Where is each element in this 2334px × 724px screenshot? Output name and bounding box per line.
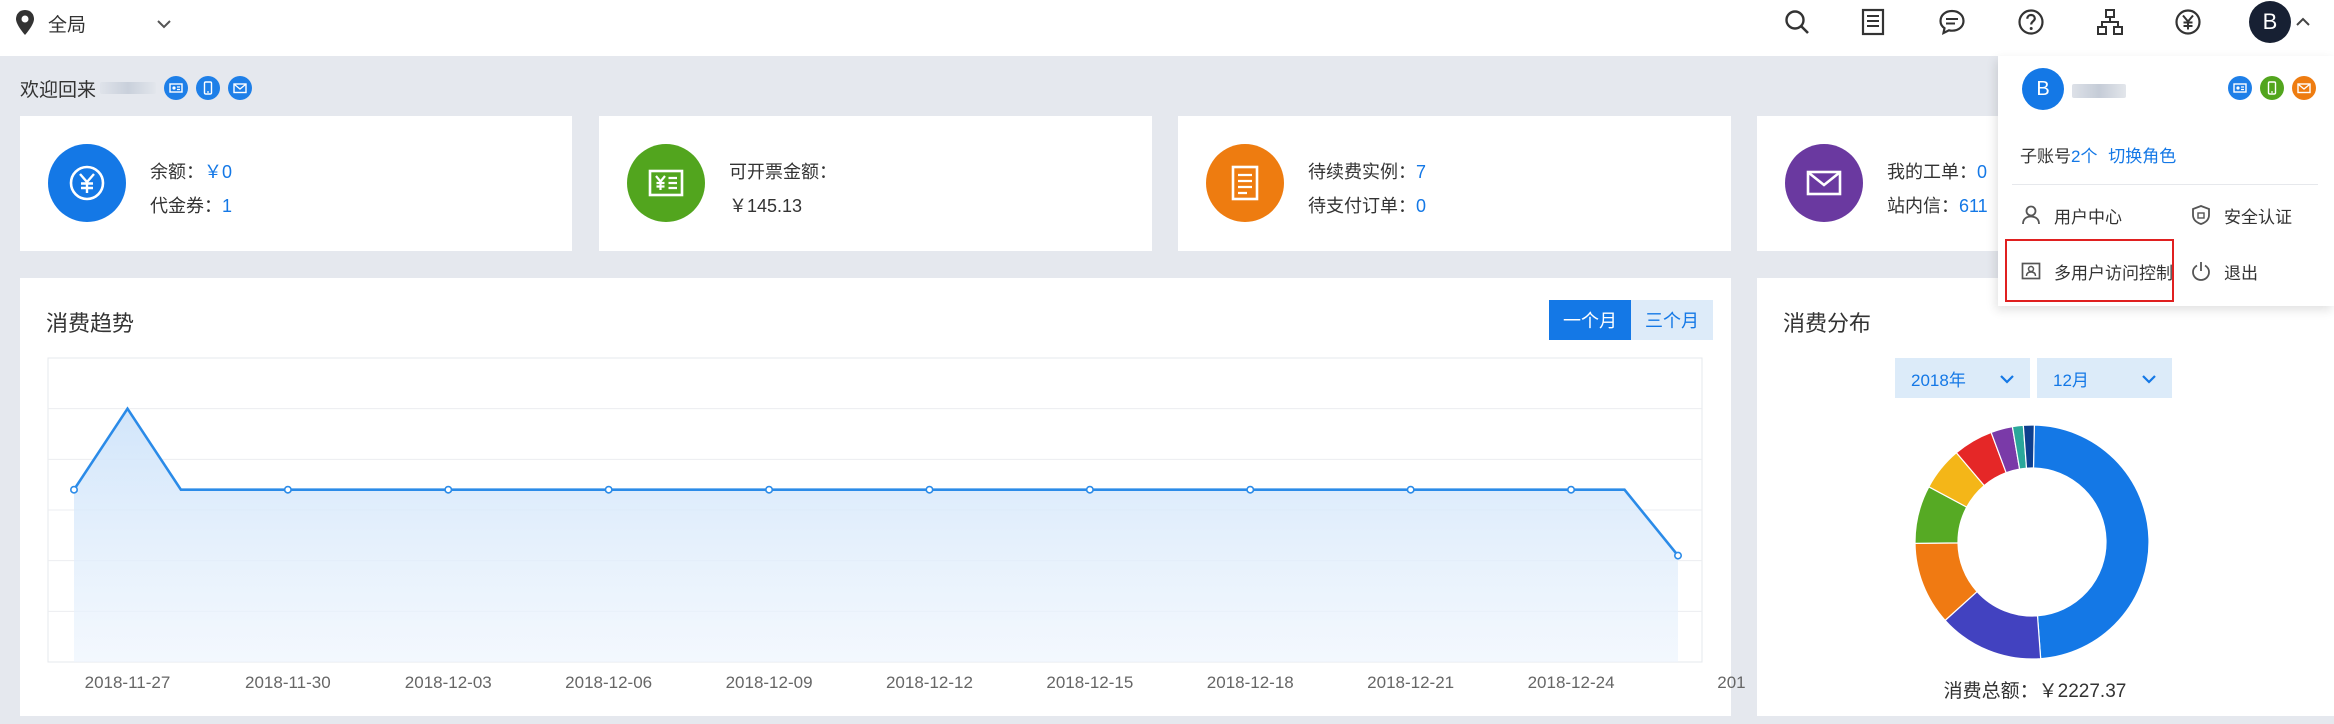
x-axis-tick-label: 2018-12-21: [1367, 673, 1454, 692]
trend-data-point: [1085, 485, 1094, 494]
logout-item[interactable]: 退出: [2190, 256, 2258, 286]
x-axis-tick-label: 2018-12-15: [1046, 673, 1133, 692]
user-icon: [2022, 205, 2040, 225]
blurred-username: [2072, 84, 2126, 98]
chevron-down-icon: [2000, 375, 2014, 384]
power-icon: [2192, 262, 2210, 281]
x-axis-tick-label: 2018-11-30: [245, 673, 331, 692]
trend-data-point: [1674, 551, 1683, 560]
id-card-icon[interactable]: [2228, 76, 2252, 100]
shield-icon: [2192, 205, 2210, 225]
trend-data-point: [70, 485, 79, 494]
trend-data-point: [444, 485, 453, 494]
year-select-value: 2018年: [1911, 370, 1966, 390]
dropdown-divider: [2012, 184, 2318, 185]
year-select[interactable]: 2018年: [1895, 358, 2030, 398]
sub-account-label: 子账号: [2020, 147, 2071, 166]
sub-account-count[interactable]: 2个: [2071, 147, 2097, 166]
user-center-item[interactable]: 用户中心: [2020, 200, 2122, 230]
total-consumption-label: 消费总额：￥2227.37: [1943, 681, 2127, 702]
trend-data-point: [1246, 485, 1255, 494]
user-center-label: 用户中心: [2054, 207, 2122, 227]
trend-data-point: [925, 485, 934, 494]
dropdown-avatar: B: [2022, 68, 2064, 110]
trend-data-point: [1406, 485, 1415, 494]
x-axis-tick-label: 2018-12-06: [565, 673, 652, 692]
x-axis-tick-label: 2018-12-03: [405, 673, 492, 692]
trend-data-point: [283, 485, 292, 494]
dropdown-contact-icons: [2220, 76, 2316, 100]
security-auth-label: 安全认证: [2224, 207, 2292, 227]
trend-data-point: [604, 485, 613, 494]
x-axis-tick-label: 2018-12-24: [1528, 673, 1615, 692]
switch-role-link[interactable]: 切换角色: [2108, 147, 2176, 166]
x-axis-tick-label: 2018-12-12: [886, 673, 973, 692]
chevron-down-icon: [2142, 375, 2156, 384]
x-axis-tick-label: 2018-12-09: [726, 673, 813, 692]
highlight-box: [2005, 239, 2174, 302]
security-auth-item[interactable]: 安全认证: [2190, 200, 2292, 230]
user-dropdown-menu: B 子账号2个 切换角色 用户中心 安全认证 多用户访问控制 退出: [1998, 56, 2334, 306]
consumption-distribution-donut: [1914, 424, 2150, 660]
donut-slice: [2032, 424, 2150, 660]
phone-icon[interactable]: [2260, 76, 2284, 100]
x-axis-tick-label: 201: [1717, 673, 1745, 692]
trend-data-point: [765, 485, 774, 494]
x-axis-tick-label: 2018-12-18: [1207, 673, 1294, 692]
distribution-title: 消费分布: [1783, 311, 1872, 336]
month-select-value: 12月: [2053, 370, 2089, 390]
x-axis-tick-label: 2018-11-27: [85, 673, 171, 692]
month-select[interactable]: 12月: [2037, 358, 2172, 398]
dropdown-avatar-letter: B: [2036, 77, 2050, 100]
logout-label: 退出: [2224, 263, 2258, 283]
email-icon[interactable]: [2292, 76, 2316, 100]
trend-data-point: [1567, 485, 1576, 494]
sub-account-line: 子账号2个 切换角色: [2020, 142, 2176, 167]
